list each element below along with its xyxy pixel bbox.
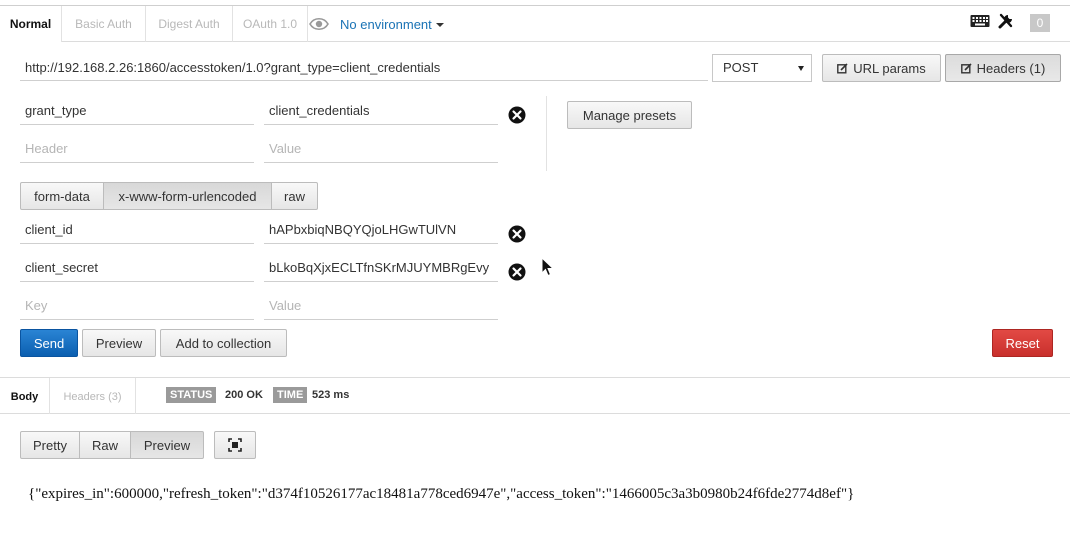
- view-preview[interactable]: Preview: [130, 431, 204, 459]
- delete-circle-icon[interactable]: [508, 263, 526, 281]
- form-key-input[interactable]: [20, 253, 254, 282]
- tab-normal[interactable]: Normal: [0, 6, 62, 42]
- send-button[interactable]: Send: [20, 329, 78, 357]
- chevron-down-icon: [435, 23, 444, 27]
- chevron-down-icon: [798, 66, 804, 71]
- environment-label: No environment: [340, 16, 432, 32]
- url-params-button[interactable]: URL params: [822, 54, 941, 82]
- tab-response-headers[interactable]: Headers (3): [50, 378, 136, 414]
- time-tag: TIME: [273, 387, 308, 403]
- tab-oauth[interactable]: OAuth 1.0: [233, 6, 308, 42]
- body-mode-raw[interactable]: raw: [271, 182, 318, 210]
- form-value-input[interactable]: [264, 215, 498, 244]
- response-bar: Body Headers (3) STATUS 200 OK TIME 523 …: [0, 377, 1070, 414]
- headers-label: Headers (1): [976, 60, 1046, 76]
- edit-icon: [837, 62, 848, 74]
- form-value-input[interactable]: [264, 253, 498, 282]
- cursor-icon: [541, 257, 554, 277]
- preview-button[interactable]: Preview: [82, 329, 156, 357]
- form-value-new[interactable]: [264, 291, 498, 320]
- tab-digest-auth[interactable]: Digest Auth: [146, 6, 233, 42]
- tab-basic-auth[interactable]: Basic Auth: [62, 6, 146, 42]
- headers-divider: [546, 96, 547, 171]
- form-key-new[interactable]: [20, 291, 254, 320]
- method-label: POST: [723, 60, 759, 75]
- view-pretty[interactable]: Pretty: [20, 431, 80, 459]
- fullscreen-button[interactable]: [214, 431, 256, 459]
- fullscreen-icon: [228, 438, 242, 452]
- header-value-input[interactable]: [264, 96, 498, 125]
- headers-button[interactable]: Headers (1): [945, 54, 1061, 82]
- environment-selector[interactable]: No environment: [309, 6, 444, 42]
- header-key-new[interactable]: [20, 134, 254, 163]
- view-raw[interactable]: Raw: [79, 431, 131, 459]
- body-mode-urlencoded[interactable]: x-www-form-urlencoded: [103, 182, 272, 210]
- status-value: 200 OK: [225, 389, 263, 401]
- edit-icon: [960, 62, 972, 74]
- url-params-label: URL params: [853, 60, 926, 76]
- delete-circle-icon[interactable]: [508, 225, 526, 243]
- header-key-input[interactable]: [20, 96, 254, 125]
- wrench-icon[interactable]: [998, 13, 1014, 29]
- time-value: 523 ms: [312, 389, 350, 401]
- manage-presets-button[interactable]: Manage presets: [567, 101, 692, 129]
- method-select[interactable]: POST: [712, 54, 812, 82]
- notification-counter[interactable]: 0: [1030, 14, 1050, 32]
- reset-button[interactable]: Reset: [992, 329, 1053, 357]
- body-mode-form-data[interactable]: form-data: [20, 182, 104, 210]
- form-key-input[interactable]: [20, 215, 254, 244]
- add-to-collection-button[interactable]: Add to collection: [160, 329, 287, 357]
- delete-circle-icon[interactable]: [508, 106, 526, 124]
- url-input[interactable]: [20, 54, 708, 81]
- header-value-new[interactable]: [264, 134, 498, 163]
- tab-response-body[interactable]: Body: [0, 378, 50, 414]
- status-tag: STATUS: [166, 387, 217, 403]
- keyboard-icon[interactable]: [970, 13, 990, 29]
- auth-tabs: Normal Basic Auth Digest Auth OAuth 1.0 …: [0, 6, 1070, 42]
- response-body: {"expires_in":600000,"refresh_token":"d3…: [28, 486, 855, 502]
- eye-icon: [309, 17, 329, 31]
